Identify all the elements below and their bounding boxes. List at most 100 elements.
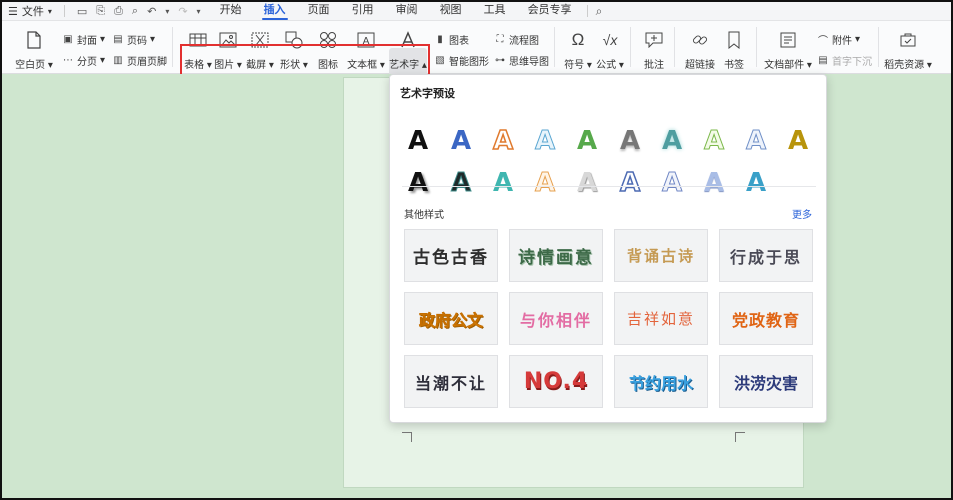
mindmap-label: 思维导图 bbox=[509, 56, 549, 68]
divider bbox=[586, 5, 588, 17]
margin-corner-mark bbox=[402, 432, 412, 442]
ribbon-tabs: 开始 插入 页面 引用 审阅 视图 工具 会员专享 bbox=[209, 2, 583, 21]
drop-cap-icon: ▤ bbox=[818, 54, 828, 66]
wordart-style-card[interactable]: 党政教育 bbox=[719, 292, 813, 345]
tab-review[interactable]: 审阅 bbox=[385, 2, 429, 21]
wordart-preset[interactable]: A bbox=[441, 123, 481, 159]
formula-label: 公式 bbox=[596, 60, 617, 71]
flowchart-button[interactable]: ⛶ 流程图 bbox=[494, 31, 540, 47]
page-break-label: 分页 bbox=[77, 56, 97, 68]
bookmark-label: 书签 bbox=[724, 60, 744, 71]
page-number-button[interactable]: ▤ 页码 ▾ bbox=[112, 31, 155, 47]
print-icon[interactable]: ⎙ bbox=[114, 5, 123, 18]
file-menu[interactable]: ☰ 文件 ▾ bbox=[2, 2, 60, 21]
search-icon[interactable]: ⌕ bbox=[596, 4, 603, 19]
tab-page[interactable]: 页面 bbox=[297, 2, 341, 21]
wordart-preset[interactable]: A bbox=[525, 123, 565, 159]
export-pdf-icon[interactable]: ⎘ bbox=[96, 5, 105, 18]
wordart-style-card[interactable]: 洪涝灾害 bbox=[719, 355, 813, 408]
cover-icon: ▣ bbox=[63, 33, 73, 45]
wordart-preset[interactable]: A bbox=[441, 165, 481, 201]
chart-label: 图表 bbox=[449, 35, 469, 47]
tab-tools[interactable]: 工具 bbox=[473, 2, 517, 21]
drop-cap-label: 首字下沉 bbox=[832, 56, 872, 68]
tab-view[interactable]: 视图 bbox=[429, 2, 473, 21]
divider bbox=[402, 186, 816, 187]
redo-icon[interactable]: ↷ bbox=[178, 5, 187, 18]
header-footer-icon: ▥ bbox=[113, 54, 123, 66]
wordart-preset[interactable]: A bbox=[525, 165, 565, 201]
chevron-down-icon[interactable]: ▾ bbox=[165, 7, 169, 16]
wordart-preset[interactable]: A bbox=[736, 123, 776, 159]
tab-insert[interactable]: 插入 bbox=[253, 2, 297, 21]
doc-parts-button[interactable]: 文档部件 ▾ bbox=[762, 25, 814, 71]
link-icon bbox=[689, 29, 711, 50]
wordart-preset[interactable]: A bbox=[694, 165, 734, 201]
omega-icon: Ω bbox=[571, 29, 585, 49]
undo-icon[interactable]: ↶ bbox=[147, 5, 156, 18]
wordart-style-card[interactable]: 背诵古诗 bbox=[614, 229, 708, 282]
bookmark-button[interactable]: 书签 bbox=[712, 25, 756, 71]
header-footer-label: 页眉页脚 bbox=[127, 56, 167, 68]
wordart-panel: 艺术字预设 A A A A A A A A A A A A A A A A A … bbox=[389, 74, 827, 423]
wordart-preset[interactable]: A bbox=[610, 165, 650, 201]
wordart-preset[interactable]: A bbox=[398, 123, 438, 159]
chart-button[interactable]: ▮ 图表 bbox=[434, 31, 469, 47]
wordart-preset[interactable]: A bbox=[778, 123, 818, 159]
doc-parts-label: 文档部件 bbox=[764, 60, 805, 71]
wordart-style-card[interactable]: NO.4 bbox=[509, 355, 603, 408]
wordart-preset[interactable]: A bbox=[567, 165, 607, 201]
comment-button[interactable]: 批注 bbox=[632, 25, 676, 71]
attachment-label: 附件 bbox=[832, 35, 852, 47]
save-icon[interactable]: ▭ bbox=[77, 5, 87, 18]
resources-icon bbox=[897, 29, 919, 50]
wordart-style-card[interactable]: 古色古香 bbox=[404, 229, 498, 282]
tab-references[interactable]: 引用 bbox=[341, 2, 385, 21]
divider bbox=[878, 27, 879, 67]
page-break-button[interactable]: ⋯ 分页 ▾ bbox=[62, 52, 105, 68]
cover-button[interactable]: ▣ 封面 ▾ bbox=[62, 31, 105, 47]
wordart-style-card[interactable]: 与你相伴 bbox=[509, 292, 603, 345]
wordart-preset[interactable]: A bbox=[652, 123, 692, 159]
divider bbox=[756, 27, 757, 67]
more-link[interactable]: 更多 bbox=[792, 206, 812, 221]
wordart-preset[interactable]: A bbox=[736, 165, 776, 201]
attachment-button[interactable]: ⌒ 附件 ▾ bbox=[817, 31, 860, 47]
wordart-preset[interactable]: A bbox=[610, 123, 650, 159]
wordart-preset[interactable]: A bbox=[483, 165, 523, 201]
formula-button[interactable]: √x 公式 ▾ bbox=[588, 25, 632, 72]
divider bbox=[674, 27, 675, 67]
wordart-style-card[interactable]: 行成于思 bbox=[719, 229, 813, 282]
wordart-preset[interactable]: A bbox=[398, 165, 438, 201]
wordart-style-card[interactable]: 节约用水 bbox=[614, 355, 708, 408]
wordart-preset[interactable]: A bbox=[694, 123, 734, 159]
template-resources-button[interactable]: 稻壳资源 ▾ bbox=[882, 25, 934, 71]
divider bbox=[630, 27, 631, 67]
smart-graphic-button[interactable]: ▧ 智能图形 bbox=[434, 52, 489, 68]
formula-icon: √x bbox=[602, 31, 618, 48]
smart-graphic-icon: ▧ bbox=[435, 54, 445, 66]
print-preview-icon[interactable]: ⌕ bbox=[132, 5, 138, 18]
wordart-style-card[interactable]: 诗情画意 bbox=[509, 229, 603, 282]
blank-page-icon bbox=[23, 29, 45, 50]
wordart-preset[interactable]: A bbox=[567, 123, 607, 159]
page-break-icon: ⋯ bbox=[63, 54, 73, 66]
wordart-preset[interactable]: A bbox=[652, 165, 692, 201]
blank-page-button[interactable]: 空白页 ▾ bbox=[12, 25, 56, 71]
tab-home[interactable]: 开始 bbox=[209, 2, 253, 21]
doc-parts-icon bbox=[777, 29, 799, 50]
flowchart-icon: ⛶ bbox=[496, 33, 504, 45]
mindmap-button[interactable]: ⊶ 思维导图 bbox=[494, 52, 549, 68]
drop-cap-button[interactable]: ▤ 首字下沉 bbox=[817, 52, 872, 68]
wordart-style-card[interactable]: 当潮不让 bbox=[404, 355, 498, 408]
hyperlink-label: 超链接 bbox=[685, 60, 715, 71]
wordart-style-card[interactable]: 政府公文 bbox=[404, 292, 498, 345]
header-footer-button[interactable]: ▥ 页眉页脚 bbox=[112, 52, 167, 68]
page-number-icon: ▤ bbox=[113, 33, 123, 45]
chevron-down-icon[interactable]: ▾ bbox=[197, 7, 201, 16]
paperclip-icon: ⌒ bbox=[818, 35, 828, 47]
ribbon-insert: 空白页 ▾ ▣ 封面 ▾ ⋯ 分页 ▾ ▤ 页码 ▾ ▥ 页眉页脚 表格 ▾ 图… bbox=[2, 21, 951, 91]
wordart-style-card[interactable]: 吉祥如意 bbox=[614, 292, 708, 345]
wordart-preset[interactable]: A bbox=[483, 123, 523, 159]
tab-member[interactable]: 会员专享 bbox=[517, 2, 583, 21]
